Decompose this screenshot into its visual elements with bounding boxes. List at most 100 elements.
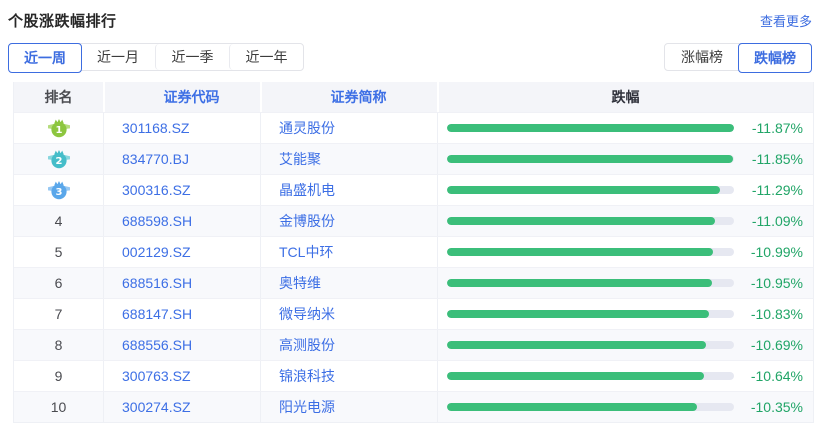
change-bar-track bbox=[447, 403, 734, 411]
period-tab-近一周[interactable]: 近一周 bbox=[8, 43, 82, 73]
stock-code-link[interactable]: 688598.SH bbox=[103, 206, 260, 236]
board-tab-涨幅榜[interactable]: 涨幅榜 bbox=[665, 44, 739, 70]
change-bar-track bbox=[447, 186, 734, 194]
table-row: 2 834770.BJ艾能聚 -11.85% bbox=[14, 143, 813, 174]
stock-name-link[interactable]: 高测股份 bbox=[260, 330, 437, 360]
view-more-link[interactable]: 查看更多 bbox=[760, 11, 812, 30]
rank-medal-icon: 3 bbox=[47, 180, 71, 200]
stock-code-link[interactable]: 300274.SZ bbox=[103, 392, 260, 422]
stock-code-link[interactable]: 834770.BJ bbox=[103, 144, 260, 174]
board-toggle: 涨幅榜跌幅榜 bbox=[664, 43, 812, 71]
controls-row: 近一周近一月近一季近一年 涨幅榜跌幅榜 bbox=[8, 43, 812, 71]
change-bar bbox=[447, 372, 704, 380]
rank-medal-icon: 1 bbox=[47, 118, 71, 138]
column-header-4: 跌幅 bbox=[437, 82, 811, 112]
table-row: 9300763.SZ锦浪科技 -10.64% bbox=[14, 360, 813, 391]
rank-cell: 6 bbox=[14, 268, 103, 298]
change-cell: -11.87% bbox=[437, 113, 811, 143]
rank-cell: 2 bbox=[14, 144, 103, 174]
rank-cell: 5 bbox=[14, 237, 103, 267]
change-bar-track bbox=[447, 124, 734, 132]
table-header: 排名证券代码证券简称跌幅 bbox=[14, 82, 813, 112]
change-value: -11.29% bbox=[734, 182, 803, 198]
change-value: -11.87% bbox=[734, 120, 803, 136]
stock-code-link[interactable]: 688516.SH bbox=[103, 268, 260, 298]
change-cell: -10.35% bbox=[437, 392, 811, 422]
change-cell: -10.64% bbox=[437, 361, 811, 391]
change-value: -10.69% bbox=[734, 337, 803, 353]
table-row: 1 301168.SZ通灵股份 -11.87% bbox=[14, 112, 813, 143]
rank-medal-icon: 2 bbox=[47, 149, 71, 169]
column-header-3: 证券简称 bbox=[260, 82, 437, 112]
change-value: -10.95% bbox=[734, 275, 803, 291]
change-bar bbox=[447, 217, 715, 225]
stock-code-link[interactable]: 300316.SZ bbox=[103, 175, 260, 205]
change-bar-track bbox=[447, 248, 734, 256]
stock-name-link[interactable]: 金博股份 bbox=[260, 206, 437, 236]
change-bar-track bbox=[447, 372, 734, 380]
stock-name-link[interactable]: 奥特维 bbox=[260, 268, 437, 298]
change-bar bbox=[447, 279, 712, 287]
change-bar-track bbox=[447, 341, 734, 349]
period-tab-近一季[interactable]: 近一季 bbox=[155, 44, 229, 70]
change-bar bbox=[447, 403, 697, 411]
stock-code-link[interactable]: 688147.SH bbox=[103, 299, 260, 329]
stock-name-link[interactable]: 微导纳米 bbox=[260, 299, 437, 329]
change-bar bbox=[447, 186, 720, 194]
change-bar bbox=[447, 310, 709, 318]
table-row: 8688556.SH高测股份 -10.69% bbox=[14, 329, 813, 360]
stock-code-link[interactable]: 688556.SH bbox=[103, 330, 260, 360]
change-cell: -10.69% bbox=[437, 330, 811, 360]
period-tab-近一年[interactable]: 近一年 bbox=[229, 44, 303, 70]
rank-cell: 9 bbox=[14, 361, 103, 391]
change-value: -10.64% bbox=[734, 368, 803, 384]
stock-ranking-panel: 个股涨跌幅排行 查看更多 近一周近一月近一季近一年 涨幅榜跌幅榜 排名证券代码证… bbox=[0, 0, 818, 423]
rank-cell: 10 bbox=[14, 392, 103, 422]
change-bar bbox=[447, 248, 713, 256]
change-value: -11.85% bbox=[734, 151, 803, 167]
table-row: 6688516.SH奥特维 -10.95% bbox=[14, 267, 813, 298]
change-cell: -10.99% bbox=[437, 237, 811, 267]
ranking-table: 排名证券代码证券简称跌幅 1 301168.SZ通灵股份 -11.87% 2 83477… bbox=[13, 82, 814, 423]
period-tab-近一月[interactable]: 近一月 bbox=[81, 44, 155, 70]
table-row: 4688598.SH金博股份-11.09% bbox=[14, 205, 813, 236]
change-value: -10.83% bbox=[734, 306, 803, 322]
stock-name-link[interactable]: 阳光电源 bbox=[260, 392, 437, 422]
stock-code-link[interactable]: 301168.SZ bbox=[103, 113, 260, 143]
stock-name-link[interactable]: 艾能聚 bbox=[260, 144, 437, 174]
change-bar-track bbox=[447, 279, 734, 287]
svg-text:1: 1 bbox=[55, 125, 62, 136]
rank-cell: 1 bbox=[14, 113, 103, 143]
change-bar-track bbox=[447, 155, 734, 163]
change-cell: -11.85% bbox=[437, 144, 811, 174]
stock-name-link[interactable]: 通灵股份 bbox=[260, 113, 437, 143]
change-cell: -11.09% bbox=[437, 206, 811, 236]
rank-cell: 7 bbox=[14, 299, 103, 329]
change-cell: -11.29% bbox=[437, 175, 811, 205]
change-bar bbox=[447, 341, 706, 349]
table-body: 1 301168.SZ通灵股份 -11.87% 2 834770.BJ艾能聚 -11.85… bbox=[14, 112, 813, 422]
change-value: -10.99% bbox=[734, 244, 803, 260]
board-tab-跌幅榜[interactable]: 跌幅榜 bbox=[738, 43, 812, 73]
change-bar bbox=[447, 155, 733, 163]
period-tabs: 近一周近一月近一季近一年 bbox=[8, 43, 304, 71]
change-bar bbox=[447, 124, 734, 132]
rank-cell: 8 bbox=[14, 330, 103, 360]
column-header-1: 排名 bbox=[14, 82, 103, 112]
svg-text:3: 3 bbox=[55, 187, 62, 198]
stock-name-link[interactable]: 晶盛机电 bbox=[260, 175, 437, 205]
change-bar-track bbox=[447, 217, 734, 225]
stock-code-link[interactable]: 002129.SZ bbox=[103, 237, 260, 267]
change-bar-track bbox=[447, 310, 734, 318]
rank-cell: 3 bbox=[14, 175, 103, 205]
change-cell: -10.83% bbox=[437, 299, 811, 329]
table-row: 7688147.SH微导纳米 -10.83% bbox=[14, 298, 813, 329]
stock-code-link[interactable]: 300763.SZ bbox=[103, 361, 260, 391]
table-row: 3 300316.SZ晶盛机电 -11.29% bbox=[14, 174, 813, 205]
stock-name-link[interactable]: TCL中环 bbox=[260, 237, 437, 267]
panel-header: 个股涨跌幅排行 查看更多 bbox=[8, 8, 812, 31]
change-cell: -10.95% bbox=[437, 268, 811, 298]
page-title: 个股涨跌幅排行 bbox=[8, 10, 117, 31]
change-value: -10.35% bbox=[734, 399, 803, 415]
stock-name-link[interactable]: 锦浪科技 bbox=[260, 361, 437, 391]
